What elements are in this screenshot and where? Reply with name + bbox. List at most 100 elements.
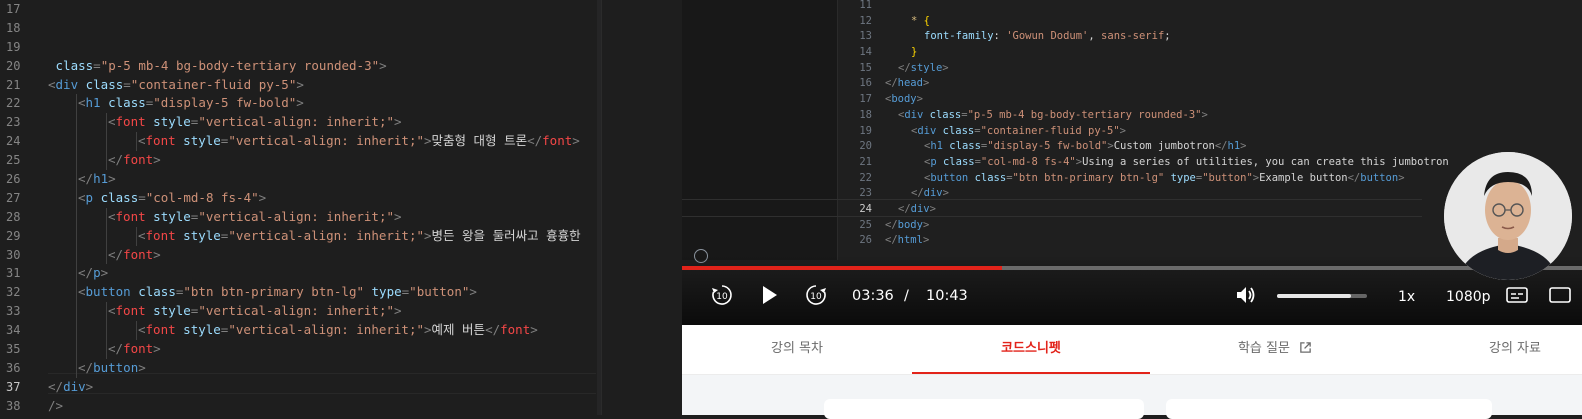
code-token: </: [1347, 171, 1361, 184]
code-token: div: [910, 202, 930, 215]
fullscreen-button[interactable]: [1548, 283, 1572, 307]
editor-minimap[interactable]: [601, 0, 682, 415]
line-number: 21: [6, 77, 21, 92]
line-number: 20: [6, 58, 21, 73]
code-token: style: [145, 208, 191, 224]
snippet-card[interactable]: [824, 399, 1144, 419]
code-line[interactable]: 35 </font>: [0, 340, 600, 359]
code-token: body: [897, 218, 923, 231]
rewind-icon: 10: [712, 285, 732, 305]
code-token: h1: [930, 140, 943, 153]
line-number: 24: [6, 134, 21, 149]
code-line[interactable]: 25 </font>: [0, 151, 600, 171]
tab-learning-questions[interactable]: 학습 질문: [1150, 325, 1400, 375]
indent-guide: [106, 321, 107, 341]
indent-guide: [106, 245, 107, 265]
video-line-number: 14: [859, 46, 872, 59]
current-time: 03:36: [852, 288, 894, 304]
code-token: >: [1398, 171, 1405, 184]
code-line[interactable]: 19: [0, 38, 600, 57]
code-token: "display-5 fw-bold": [153, 95, 297, 111]
tab-code-snippet[interactable]: 코드스니펫: [912, 325, 1150, 375]
line-number: 31: [6, 266, 21, 281]
playback-speed-button[interactable]: 1x: [1398, 289, 1415, 305]
code-token: button: [930, 171, 969, 184]
code-token: style: [145, 303, 191, 319]
code-line[interactable]: 30 </font>: [0, 245, 600, 265]
code-token: >: [424, 322, 432, 338]
indent-guide: [76, 151, 77, 171]
line-number: 32: [6, 285, 21, 300]
code-token: </: [898, 61, 911, 74]
code-line[interactable]: 17: [0, 0, 600, 19]
code-token: "btn btn-primary btn-lg": [183, 284, 364, 300]
code-token: "col-md-8 fs-4": [145, 189, 259, 205]
code-line[interactable]: 22 <h1 class="display-5 fw-bold">: [0, 94, 600, 114]
code-token: font: [500, 322, 531, 338]
code-line[interactable]: 20 class="p-5 mb-4 bg-body-tertiary roun…: [0, 57, 600, 76]
volume-button[interactable]: [1234, 283, 1258, 307]
code-token: >: [153, 246, 161, 262]
code-token: "p-5 mb-4 bg-body-tertiary rounded-3": [100, 57, 380, 73]
code-token: h1: [93, 171, 109, 187]
indent-guide: [76, 132, 77, 152]
rewind-10-button[interactable]: 10: [710, 283, 734, 307]
code-line[interactable]: 29 <font style="vertical-align: inherit;"…: [0, 226, 600, 246]
video-current-line-highlight: [682, 199, 1422, 217]
line-number: 22: [6, 96, 21, 111]
video-line-number: 22: [859, 171, 872, 184]
code-line[interactable]: 24 <font style="vertical-align: inherit;"…: [0, 132, 600, 152]
editor-lines[interactable]: 17 18 19 20 class="p-5 mb-4 bg-body-tertiar…: [0, 0, 600, 415]
subtitles-button[interactable]: [1505, 283, 1529, 307]
code-line[interactable]: 26 </h1>: [0, 170, 600, 189]
tab-lecture-materials[interactable]: 강의 자료: [1400, 325, 1582, 375]
code-line[interactable]: 28 <font style="vertical-align: inherit;"…: [0, 207, 600, 227]
code-token: class: [48, 57, 94, 73]
video-player[interactable]: 11 12 * {13 font-family: 'Gowun Dodum', san…: [682, 0, 1582, 325]
line-number: 19: [6, 39, 21, 54]
code-token: >: [394, 208, 402, 224]
snippet-card[interactable]: [1166, 399, 1492, 419]
volume-level: [1277, 294, 1351, 298]
code-token: font: [115, 303, 146, 319]
code-line[interactable]: 23 <font style="vertical-align: inherit;"…: [0, 113, 600, 133]
code-token: font: [145, 133, 176, 149]
code-token: h1: [1227, 140, 1241, 153]
video-line-number: 11: [859, 0, 872, 11]
code-token: class: [923, 108, 962, 121]
progress-bar[interactable]: [682, 266, 1582, 270]
code-token: div: [917, 124, 937, 137]
quality-button[interactable]: 1080p: [1446, 289, 1491, 305]
code-line[interactable]: 27 <p class="col-md-8 fs-4">: [0, 188, 600, 208]
indent-guide: [76, 94, 77, 114]
code-line[interactable]: 21 <div class="container-fluid py-5">: [0, 76, 600, 95]
code-token: h1: [85, 95, 101, 111]
code-line[interactable]: 31 </p>: [0, 264, 600, 284]
code-token: "vertical-align: inherit;": [228, 322, 424, 338]
video-line-number: 21: [859, 155, 872, 168]
code-line[interactable]: 33 <font style="vertical-align: inherit;"…: [0, 302, 600, 322]
code-token: sans-serif: [1101, 30, 1165, 43]
code-line[interactable]: 36 </button>: [0, 358, 600, 378]
play-button[interactable]: [757, 283, 781, 307]
code-token: "p-5 mb-4 bg-body-tertiary rounded-3": [967, 108, 1202, 121]
code-token: }: [911, 46, 918, 59]
code-token: class: [100, 95, 146, 111]
code-line[interactable]: 32 <button class="btn btn-primary btn-lg"…: [0, 283, 600, 303]
time-separator: /: [904, 288, 909, 304]
code-line[interactable]: 34 <font style="vertical-align: inherit;"…: [0, 321, 600, 341]
line-code: <div class="container-fluid py-5">: [48, 76, 304, 95]
video-line-number: 17: [859, 93, 872, 106]
code-editor-panel[interactable]: 17 18 19 20 class="p-5 mb-4 bg-body-tertiar…: [0, 0, 682, 415]
tab-lecture-contents[interactable]: 강의 목차: [682, 325, 912, 375]
code-line[interactable]: 37 </div>: [0, 378, 600, 397]
code-line[interactable]: 18: [0, 19, 600, 38]
code-line[interactable]: 38 />: [0, 397, 600, 415]
volume-slider[interactable]: [1277, 294, 1367, 298]
code-token: class: [78, 76, 124, 92]
line-number: 34: [6, 323, 21, 338]
code-token: </: [48, 378, 64, 394]
code-token: head: [897, 77, 923, 90]
forward-10-button[interactable]: 10: [804, 283, 828, 307]
code-token: >: [85, 378, 94, 394]
